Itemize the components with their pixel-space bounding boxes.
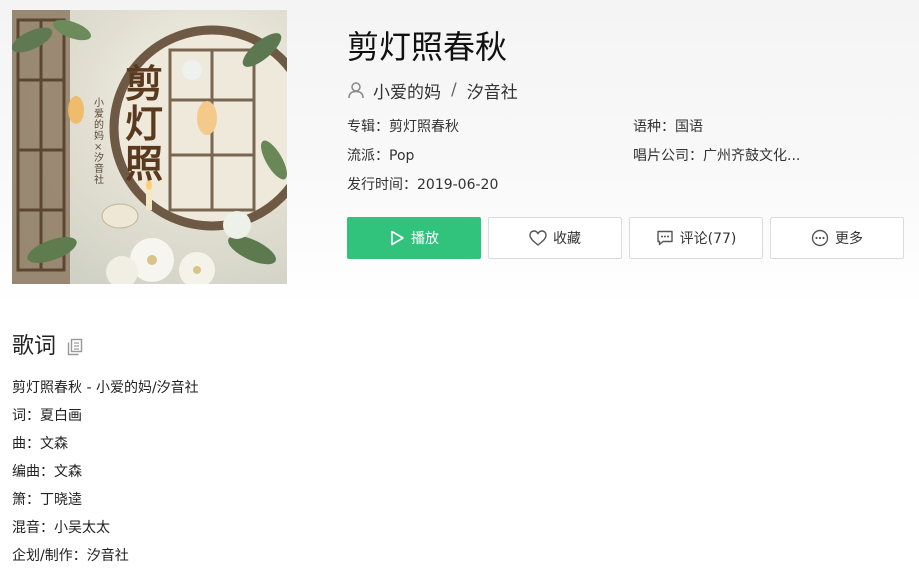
play-icon — [391, 230, 404, 246]
copy-icon[interactable] — [66, 338, 84, 356]
language-label: 语种： — [633, 119, 675, 135]
lyrics-line: 曲：文森 — [12, 436, 68, 452]
artist-separator: / — [451, 80, 457, 100]
favorite-button-label: 收藏 — [553, 231, 581, 247]
heart-icon — [529, 230, 547, 246]
lyrics-line: 企划/制作：汐音社 — [12, 548, 129, 564]
lyrics-heading: 歌词 — [12, 334, 57, 359]
comment-icon — [656, 230, 673, 246]
lyrics-header: 歌词 — [12, 332, 84, 362]
comment-button-label: 评论(77) — [679, 231, 737, 247]
album-link[interactable]: 剪灯照春秋 — [389, 119, 459, 135]
language-value: 国语 — [675, 119, 703, 135]
favorite-button[interactable]: 收藏 — [488, 217, 622, 259]
artist-line: 小爱的妈 / 汐音社 — [347, 78, 518, 103]
album-cover: 小爱的妈×汐音社 剪 灯 照 — [12, 10, 287, 284]
lyrics-line: 剪灯照春秋 - 小爱的妈/汐音社 — [12, 380, 199, 396]
more-button[interactable]: 更多 — [770, 217, 904, 259]
play-button[interactable]: 播放 — [347, 217, 481, 259]
album-info: 专辑：剪灯照春秋 — [347, 117, 459, 137]
artist-link-2[interactable]: 汐音社 — [467, 78, 518, 103]
artist-link-1[interactable]: 小爱的妈 — [373, 78, 441, 103]
album-label: 专辑： — [347, 119, 389, 135]
genre-info: 流派：Pop — [347, 146, 414, 166]
lyrics-line: 混音：小吴太太 — [12, 520, 110, 536]
company-value: 广州齐鼓文化... — [703, 148, 801, 164]
genre-label: 流派： — [347, 148, 389, 164]
song-title: 剪灯照春秋 — [347, 28, 508, 66]
more-icon — [811, 229, 829, 247]
comment-button[interactable]: 评论(77) — [629, 217, 763, 259]
user-icon — [348, 82, 364, 99]
lyrics-line: 词：夏白画 — [12, 408, 82, 424]
play-button-label: 播放 — [411, 231, 439, 247]
genre-link[interactable]: Pop — [389, 148, 414, 164]
lyrics-line: 箫：丁晓逵 — [12, 492, 82, 508]
company-label: 唱片公司： — [633, 148, 703, 164]
cover-artist-text: 小爱的妈×汐音社 — [94, 98, 104, 186]
release-date: 2019-06-20 — [417, 177, 499, 193]
release-info: 发行时间：2019-06-20 — [347, 175, 498, 195]
cover-title-text: 剪 灯 照 — [124, 61, 163, 186]
release-label: 发行时间： — [347, 177, 417, 193]
more-button-label: 更多 — [835, 231, 863, 247]
lyrics-body: 剪灯照春秋 - 小爱的妈/汐音社 词：夏白画 曲：文森 编曲：文森 箫：丁晓逵 … — [12, 374, 199, 570]
language-info: 语种：国语 — [633, 117, 703, 137]
company-info: 唱片公司：广州齐鼓文化... — [633, 146, 800, 166]
lyrics-line: 编曲：文森 — [12, 464, 82, 480]
